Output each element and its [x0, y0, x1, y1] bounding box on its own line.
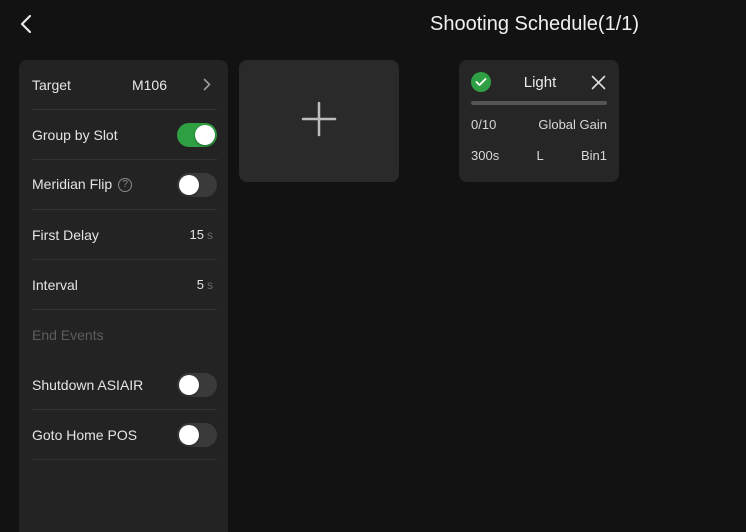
close-icon[interactable]	[589, 73, 607, 91]
back-button[interactable]	[14, 12, 38, 40]
light-card-title: Light	[523, 73, 557, 91]
schedule-settings-panel: Target M106 Group by Slot Meridian Flip?…	[19, 60, 228, 532]
page-title: Shooting Schedule(1/1)	[430, 13, 640, 35]
chevron-left-icon	[20, 14, 32, 39]
first-delay-value[interactable]: 15	[190, 227, 204, 242]
first-delay-row[interactable]: First Delay 15 s	[32, 210, 217, 260]
end-events-label: End Events	[32, 327, 104, 343]
interval-label: Interval	[32, 276, 78, 293]
meridian-flip-label: Meridian Flip	[32, 176, 113, 193]
filter-value[interactable]: L	[536, 148, 543, 163]
interval-row[interactable]: Interval 5 s	[32, 260, 217, 310]
goto-home-toggle[interactable]	[177, 422, 217, 447]
chevron-right-icon	[203, 78, 211, 91]
exposure-value[interactable]: 300s	[471, 148, 499, 163]
progress-text: 0/10	[471, 117, 497, 132]
goto-home-label: Goto Home POS	[32, 426, 138, 443]
gain-value[interactable]: Global Gain	[538, 117, 607, 132]
add-plan-button[interactable]	[239, 60, 399, 182]
interval-unit: s	[207, 277, 213, 292]
interval-value[interactable]: 5	[197, 277, 204, 292]
shutdown-toggle[interactable]	[177, 372, 217, 397]
first-delay-unit: s	[207, 227, 213, 242]
progress-bar	[471, 101, 607, 105]
shutdown-label: Shutdown ASIAIR	[32, 376, 144, 393]
target-row[interactable]: Target M106	[32, 60, 217, 110]
group-by-slot-toggle[interactable]	[177, 122, 217, 147]
plus-icon	[301, 101, 337, 142]
light-card-row1: 0/10 Global Gain	[471, 117, 607, 132]
meridian-flip-label-wrap: Meridian Flip?	[32, 176, 177, 192]
light-card-row2: 300s L Bin1	[471, 148, 607, 163]
light-plan-card[interactable]: Light 0/10 Global Gain 300s L Bin1	[459, 60, 619, 182]
target-label: Target	[32, 76, 71, 93]
help-icon[interactable]: ?	[118, 177, 133, 192]
first-delay-label: First Delay	[32, 226, 99, 243]
meridian-flip-toggle[interactable]	[177, 172, 217, 197]
group-by-slot-label: Group by Slot	[32, 126, 118, 143]
light-card-header: Light	[471, 72, 607, 92]
end-events-header: End Events	[32, 310, 217, 360]
goto-home-row: Goto Home POS	[32, 410, 217, 460]
binning-value[interactable]: Bin1	[581, 148, 607, 163]
group-by-slot-row: Group by Slot	[32, 110, 217, 160]
shutdown-row: Shutdown ASIAIR	[32, 360, 217, 410]
target-value: M106	[131, 76, 167, 93]
meridian-flip-row: Meridian Flip?	[32, 160, 217, 210]
check-icon[interactable]	[471, 72, 491, 92]
